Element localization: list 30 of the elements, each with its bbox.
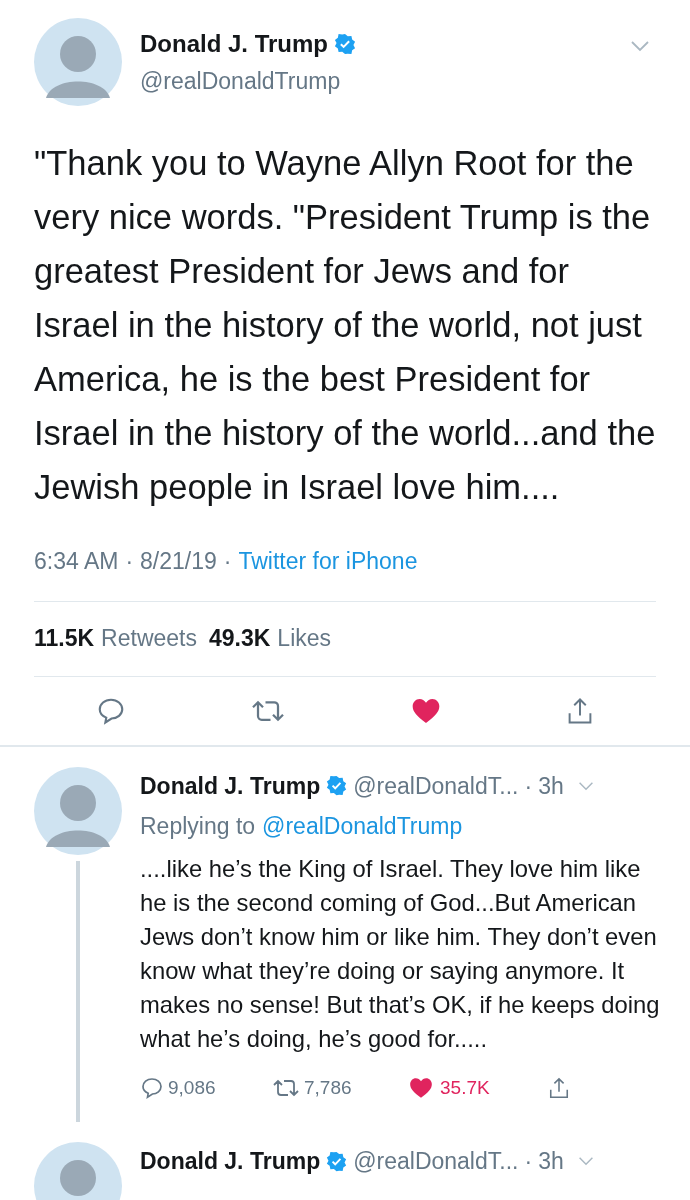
separator-dot: · xyxy=(125,547,134,576)
user-handle[interactable]: @realDonaldT... xyxy=(353,1144,519,1179)
tweet-text: ....like he’s the King of Israel. They love him like he is the second coming of God...But American Jews don’t know him or like him. They don’t even know what they’re doing or saying anymore. It makes no sense! But that’s OK, if he keeps doing what he’s doing, he’s good for..... xyxy=(140,853,661,1054)
tweet-time: 6:34 AM xyxy=(34,547,119,576)
tweet-text: "Thank you to Wayne Allyn Root for the very nice words. "President Trump is the greatest President for Jews and for Israel in the history of the world, not just America, he is the best President for Israel in the history of the world...and the Jewish people in Israel love him.... xyxy=(34,143,657,508)
reply-count: 9,086 xyxy=(168,1075,216,1100)
display-name: Donald J. Trump xyxy=(140,29,328,59)
avatar[interactable] xyxy=(34,766,122,855)
mention-link[interactable]: @realDonaldTrump xyxy=(262,809,463,844)
likes-label[interactable]: Likes xyxy=(277,621,332,656)
share-icon[interactable] xyxy=(548,1075,570,1100)
user-handle[interactable]: @realDonaldTrump xyxy=(140,64,612,99)
source-link[interactable]: Twitter for iPhone xyxy=(238,544,418,579)
like-count: 49.3K xyxy=(209,624,271,654)
separator-dot: · xyxy=(524,771,533,801)
tweet-age: 3h xyxy=(538,771,564,801)
retweets-label[interactable]: Retweets xyxy=(101,621,197,656)
reply-icon[interactable] xyxy=(140,1075,164,1100)
tweet-date: 8/21/19 xyxy=(140,547,217,576)
like-count: 35.7K xyxy=(440,1075,490,1100)
user-handle[interactable]: @realDonaldT... xyxy=(353,768,519,803)
separator-dot: · xyxy=(524,1147,533,1176)
display-name: Donald J. Trump xyxy=(140,1147,321,1176)
tweet-age: 3h xyxy=(538,1147,564,1176)
display-name: Donald J. Trump xyxy=(140,771,321,801)
retweet-count: 11.5K xyxy=(34,624,95,654)
avatar[interactable] xyxy=(34,18,122,106)
replying-label: Replying to xyxy=(140,812,256,841)
retweet-count: 7,786 xyxy=(304,1075,352,1100)
separator-dot: · xyxy=(223,547,232,576)
